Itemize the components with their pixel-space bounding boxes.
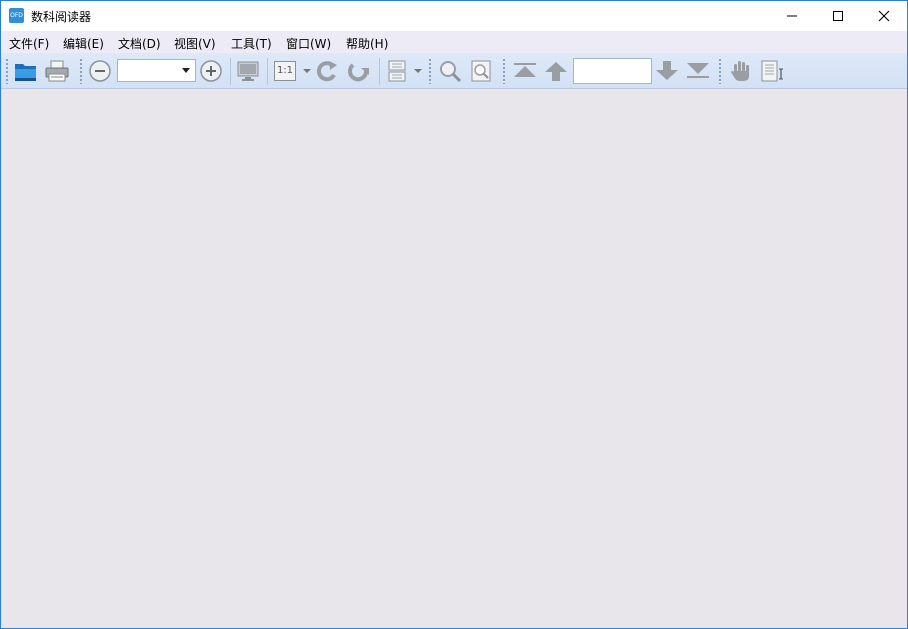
printer-icon	[45, 60, 69, 82]
toolbar-separator	[267, 58, 268, 85]
next-page-button[interactable]	[654, 58, 680, 84]
hand-tool-button[interactable]	[728, 58, 754, 84]
toolbar: 1:1	[1, 54, 907, 89]
rotate-left-icon	[316, 61, 337, 82]
minimize-button[interactable]	[769, 1, 815, 31]
menu-document[interactable]: 文档(D)	[118, 35, 161, 52]
hand-icon	[731, 61, 749, 81]
menu-window[interactable]: 窗口(W)	[286, 35, 331, 52]
maximize-icon	[833, 11, 843, 21]
first-page-button[interactable]	[512, 58, 538, 84]
toolbar-separator	[379, 58, 380, 85]
window-title: 数科阅读器	[31, 10, 92, 24]
plus-circle-icon	[200, 60, 222, 82]
app-icon: OFD	[9, 8, 24, 23]
page-layout-icon	[388, 60, 406, 82]
title-bar: OFD 数科阅读器	[1, 1, 907, 31]
menu-edit[interactable]: 编辑(E)	[63, 35, 104, 52]
menu-tools[interactable]: 工具(T)	[231, 35, 272, 52]
menu-file[interactable]: 文件(F)	[9, 35, 49, 52]
fullscreen-button[interactable]	[235, 58, 261, 84]
select-text-icon	[761, 60, 783, 82]
print-button[interactable]	[44, 58, 70, 84]
zoom-in-button[interactable]	[198, 58, 224, 84]
toolbar-grip[interactable]	[6, 59, 8, 84]
close-button[interactable]	[861, 1, 907, 31]
rotate-right-button[interactable]	[346, 58, 372, 84]
open-button[interactable]	[13, 58, 39, 84]
toolbar-grip[interactable]	[429, 59, 431, 84]
zoom-value	[118, 64, 122, 78]
rotate-left-button[interactable]	[315, 58, 341, 84]
minus-circle-icon	[89, 60, 111, 82]
actual-size-button[interactable]: 1:1	[272, 58, 298, 84]
close-icon	[878, 10, 890, 22]
chevron-down-icon[interactable]	[303, 69, 311, 73]
arrow-up-icon	[545, 62, 567, 81]
app-window: OFD 数科阅读器 文件(F) 编辑(E) 文档(D) 视图(V) 工具(T) …	[0, 0, 908, 629]
zoom-out-button[interactable]	[87, 58, 113, 84]
page-layout-button[interactable]	[384, 58, 410, 84]
menu-view[interactable]: 视图(V)	[174, 35, 216, 52]
advanced-search-button[interactable]	[469, 58, 495, 84]
open-folder-icon	[15, 64, 36, 81]
actual-size-icon: 1:1	[274, 61, 296, 81]
select-text-button[interactable]	[759, 58, 785, 84]
menu-bar: 文件(F) 编辑(E) 文档(D) 视图(V) 工具(T) 窗口(W) 帮助(H…	[1, 31, 907, 53]
page-number-input[interactable]	[573, 58, 652, 84]
last-page-icon	[687, 63, 709, 78]
chevron-down-icon	[182, 68, 190, 73]
zoom-combo[interactable]	[117, 59, 196, 82]
previous-page-button[interactable]	[543, 58, 569, 84]
search-button[interactable]	[438, 58, 464, 84]
search-icon	[440, 61, 462, 83]
toolbar-grip[interactable]	[503, 59, 505, 84]
rotate-right-icon	[348, 63, 369, 82]
toolbar-separator	[230, 58, 231, 85]
toolbar-grip[interactable]	[719, 59, 721, 84]
document-search-icon	[471, 60, 491, 82]
last-page-button[interactable]	[685, 58, 711, 84]
menu-help[interactable]: 帮助(H)	[346, 35, 388, 52]
minimize-icon	[787, 15, 797, 17]
maximize-button[interactable]	[815, 1, 861, 31]
toolbar-grip[interactable]	[80, 59, 82, 84]
arrow-down-icon	[656, 61, 678, 80]
first-page-icon	[514, 63, 536, 77]
monitor-icon	[237, 61, 259, 81]
chevron-down-icon[interactable]	[414, 69, 422, 73]
document-view-area[interactable]	[1, 89, 907, 628]
